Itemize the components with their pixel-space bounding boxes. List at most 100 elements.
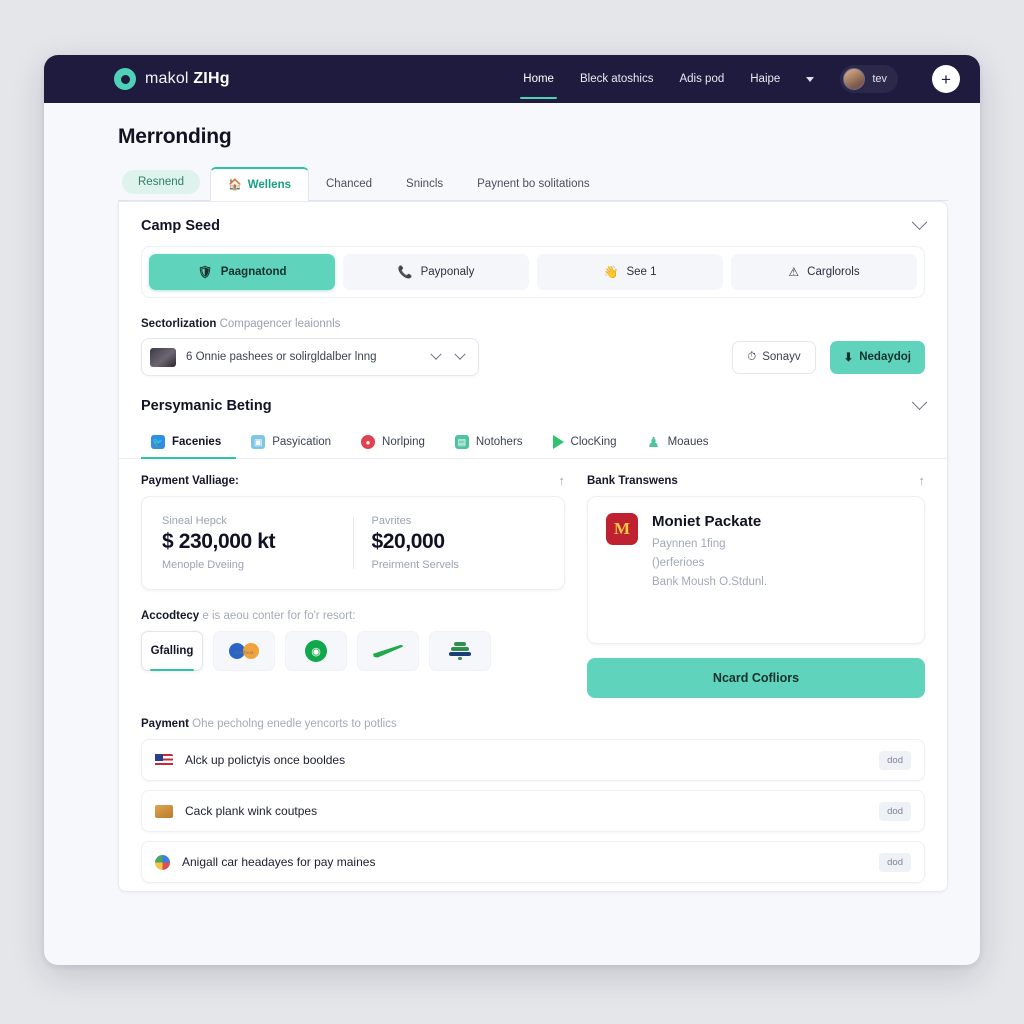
subtab-facenies[interactable]: 🐦 Facenies bbox=[141, 426, 237, 459]
bank-line-2: ()erferioes bbox=[652, 557, 705, 569]
payment-value-column: Payment Valliage: ↑ Sineal Hepck $ 230,0… bbox=[141, 473, 565, 698]
payment-list-hint: Ohe pecholng enedle yencorts to potlics bbox=[192, 718, 397, 730]
clock-icon: ⏱ bbox=[747, 350, 757, 363]
value-right: Pavrites $20,000 Preirment Servels bbox=[372, 515, 545, 571]
subtab-pasyication[interactable]: ▣ Pasyication bbox=[236, 426, 346, 458]
subtab-clocking[interactable]: ClocKing bbox=[538, 426, 632, 458]
value-left: Sineal Hepck $ 230,000 kt Menople Dveiin… bbox=[162, 515, 335, 571]
subtab-clocking-label: ClocKing bbox=[570, 436, 617, 448]
subtab-notohers[interactable]: ▤ Notohers bbox=[440, 426, 538, 458]
green-badge-icon: ◉ bbox=[305, 640, 327, 662]
method-swoosh[interactable] bbox=[357, 631, 419, 671]
method-mastercard[interactable]: bstdfous bbox=[213, 631, 275, 671]
tab-resnend[interactable]: Resnend bbox=[122, 170, 201, 194]
collapse-up-icon-payment[interactable]: ↑ bbox=[559, 473, 566, 488]
row-chip[interactable]: dod bbox=[879, 801, 911, 821]
table-row[interactable]: Alck up polictyis once booldes dod bbox=[141, 739, 925, 781]
segment-paagnatond[interactable]: 🛡 Paagnatond bbox=[149, 254, 335, 290]
photo-icon: ▣ bbox=[251, 435, 266, 449]
nav-link-home[interactable]: Home bbox=[520, 59, 557, 99]
segment-see-1[interactable]: 👋 See 1 bbox=[537, 254, 723, 290]
sectorization-label: Sectorlization bbox=[141, 318, 217, 330]
brand-text: makol ZIHg bbox=[145, 70, 230, 88]
collapse-up-icon-bank[interactable]: ↑ bbox=[919, 473, 926, 488]
brand-logo[interactable]: makol ZIHg bbox=[114, 68, 230, 90]
value-right-amount: $20,000 bbox=[371, 530, 446, 553]
avatar bbox=[843, 68, 866, 90]
sectorization-select[interactable]: 6 Onnie pashees or solirgldalber lnng bbox=[141, 338, 479, 376]
subtab-norlping[interactable]: ● Norlping bbox=[346, 426, 440, 458]
chevron-down-icon-persymanic[interactable] bbox=[911, 393, 928, 410]
main-card: Camp Seed 🛡 Paagnatond 📞 Payponaly 👋 See… bbox=[118, 201, 948, 892]
tab-wellens-label: Wellens bbox=[247, 178, 291, 191]
method-stack[interactable] bbox=[429, 631, 491, 671]
row-chip[interactable]: dod bbox=[879, 852, 911, 872]
chevron-down-icon-select-b[interactable] bbox=[454, 348, 466, 360]
nav-link-haipe[interactable]: Haipe bbox=[750, 59, 780, 99]
payment-list: Alck up polictyis once booldes dod Cack … bbox=[119, 739, 947, 883]
brand-light: makol bbox=[145, 70, 194, 87]
camp-seed-title: Camp Seed bbox=[141, 218, 220, 234]
swoosh-icon bbox=[373, 644, 403, 658]
nav-link-adis-pod[interactable]: Adis pod bbox=[679, 59, 724, 99]
value-right-sub: Preirment Servels bbox=[371, 559, 459, 571]
methods-label-row: Accodtecy e is aeou conter for fo'r reso… bbox=[141, 590, 565, 631]
method-gfalling[interactable]: Gfalling bbox=[141, 631, 203, 671]
bank-card: M Moniet Packate Paynnen 1fing ()erferio… bbox=[587, 496, 925, 644]
hand-icon: 👋 bbox=[603, 265, 619, 279]
list-item-text: Alck up polictyis once booldes bbox=[185, 753, 346, 767]
flag-icon bbox=[155, 753, 173, 767]
sectorization-label-row: Sectorlization Compagencer leaionnls bbox=[119, 304, 947, 338]
nedaydoj-button[interactable]: ⬇ Nedaydoj bbox=[829, 340, 925, 374]
payment-list-label: Payment bbox=[141, 718, 189, 730]
chevron-down-icon-camp-seed[interactable] bbox=[911, 213, 928, 230]
persymanic-title: Persymanic Beting bbox=[141, 398, 272, 414]
home-icon: 🏠 bbox=[228, 179, 242, 191]
ncard-cofliors-button[interactable]: Ncard Cofliors bbox=[587, 658, 925, 698]
chevron-down-icon[interactable] bbox=[806, 76, 815, 82]
shield-icon: 🛡 bbox=[197, 265, 213, 279]
dual-circle-icon: bstdfous bbox=[229, 643, 259, 659]
segment-carglorols[interactable]: ⚠ Carglorols bbox=[731, 254, 917, 290]
tab-snincls[interactable]: Snincls bbox=[389, 168, 460, 200]
sonayv-button[interactable]: ⏱ Sonayv bbox=[732, 340, 816, 374]
subtab-moaues[interactable]: ♟ Moaues bbox=[632, 426, 724, 458]
tab-paynent-bo-solitations[interactable]: Paynent bo solitations bbox=[460, 168, 607, 200]
record-icon: ● bbox=[361, 435, 376, 449]
sectorization-select-value: 6 Onnie pashees or solirgldalber lnng bbox=[186, 351, 377, 363]
table-row[interactable]: Cack plank wink coutpes dod bbox=[141, 790, 925, 832]
segment-payponaly[interactable]: 📞 Payponaly bbox=[343, 254, 529, 290]
subtab-moaues-label: Moaues bbox=[667, 436, 709, 448]
persymanic-header: Persymanic Beting bbox=[119, 376, 947, 426]
persymanic-subtabs: 🐦 Facenies ▣ Pasyication ● Norlping ▤ No… bbox=[119, 426, 947, 459]
user-name: tev bbox=[872, 73, 887, 85]
value-left-amount: $ 230,000 kt bbox=[162, 530, 276, 553]
segment-paagnatond-label: Paagnatond bbox=[220, 266, 287, 278]
nav-link-bleck-atoshics[interactable]: Bleck atoshics bbox=[580, 59, 654, 99]
content-columns: Payment Valliage: ↑ Sineal Hepck $ 230,0… bbox=[119, 459, 947, 698]
brand-bold: ZIHg bbox=[193, 70, 230, 87]
bank-transfer-heading: Bank Transwens bbox=[587, 474, 678, 487]
list-item-text: Anigall car headayes for pay maines bbox=[182, 855, 376, 869]
segment-payponaly-label: Payponaly bbox=[420, 266, 475, 278]
subtab-notohers-label: Notohers bbox=[475, 436, 523, 448]
table-row[interactable]: Anigall car headayes for pay maines dod bbox=[141, 841, 925, 883]
method-green-badge[interactable]: ◉ bbox=[285, 631, 347, 671]
methods-hint: e is aeou conter for fo'r resort: bbox=[202, 610, 356, 622]
row-chip[interactable]: dod bbox=[879, 750, 911, 770]
tab-chanced[interactable]: Chanced bbox=[309, 168, 389, 200]
tab-wellens[interactable]: 🏠 Wellens bbox=[210, 167, 309, 201]
bank-transfer-column: Bank Transwens ↑ M Moniet Packate Paynne… bbox=[587, 473, 925, 698]
methods-row: Gfalling bstdfous ◉ bbox=[141, 631, 565, 671]
subtab-norlping-label: Norlping bbox=[382, 436, 425, 448]
notes-icon: ▤ bbox=[454, 435, 469, 449]
user-menu[interactable]: tev bbox=[840, 65, 898, 93]
chevron-down-icon-select-a[interactable] bbox=[430, 348, 442, 360]
stack-icon bbox=[449, 642, 471, 660]
add-button[interactable]: + bbox=[932, 65, 960, 93]
app-window: makol ZIHg Home Bleck atoshics Adis pod … bbox=[44, 55, 980, 965]
phone-icon: 📞 bbox=[397, 265, 413, 279]
nedaydoj-button-label: Nedaydoj bbox=[859, 351, 911, 363]
play-icon bbox=[552, 435, 564, 449]
tab-strip: Resnend 🏠 Wellens Chanced Snincls Paynen… bbox=[118, 167, 948, 201]
